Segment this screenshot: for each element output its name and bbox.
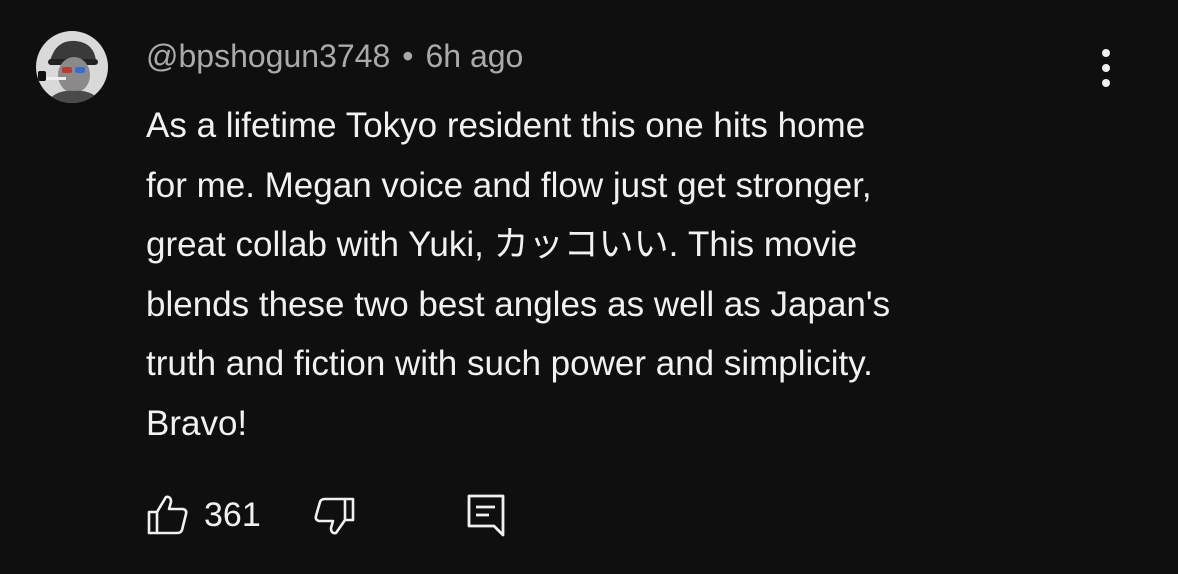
comment-text-line: truth and fiction with such power and si… [146, 344, 873, 383]
reply-button[interactable] [464, 490, 508, 540]
timestamp[interactable]: 6h ago [425, 38, 523, 74]
avatar[interactable] [36, 31, 108, 103]
comment-thread: @bpshogun3748 • 6h ago As a lifetime Tokyo… [0, 0, 1178, 574]
more-vertical-icon [1102, 49, 1110, 87]
username[interactable]: @bpshogun3748 [146, 38, 390, 74]
thumb-down-icon [314, 497, 355, 535]
meta-separator: • [402, 38, 414, 74]
comment-text-line: blends these two best angles as well as … [146, 284, 891, 324]
dislike-button[interactable] [312, 490, 356, 540]
comment-text: As a lifetime Tokyo resident this one hi… [146, 96, 1106, 453]
more-options-button[interactable] [1088, 46, 1124, 90]
thumb-up-icon [147, 495, 188, 535]
comment-text-line: great collab with Yuki, カッコいい. This movi… [146, 225, 858, 264]
avatar-image [36, 31, 108, 103]
like-button[interactable]: 361 [146, 490, 261, 540]
reply-comment-icon [467, 494, 505, 537]
comment-text-line: for me. Megan voice and flow just get st… [146, 165, 872, 205]
like-count: 361 [204, 495, 261, 534]
comment-text-line: Bravo! [146, 403, 248, 443]
comment-text-line: As a lifetime Tokyo resident this one hi… [146, 106, 866, 145]
comment-meta: @bpshogun3748 • 6h ago [146, 36, 523, 76]
comment-actions: 361 [146, 490, 546, 540]
